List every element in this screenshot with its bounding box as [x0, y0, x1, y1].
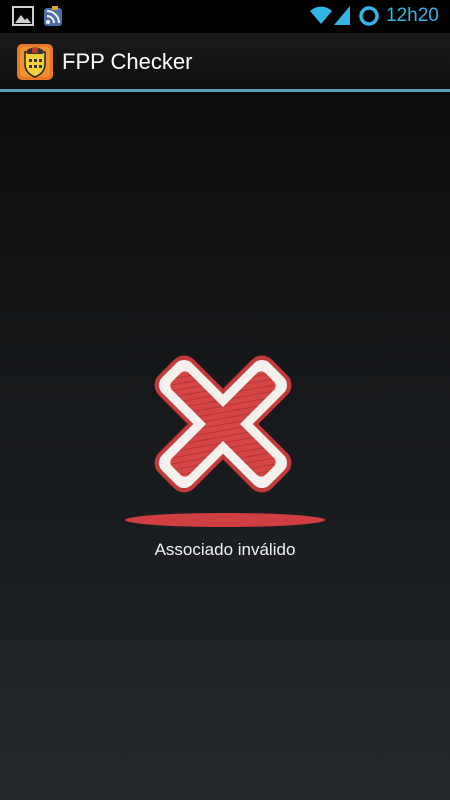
signal-icon	[334, 6, 350, 25]
wifi-icon	[310, 6, 332, 24]
screen: 12h20 FPP Checker Associado inválido	[0, 0, 450, 800]
sync-icon	[359, 6, 379, 26]
gallery-icon	[12, 6, 34, 26]
app-title: FPP Checker	[62, 49, 193, 74]
result-message: Associado inválido	[154, 540, 296, 559]
fpp-logo-icon[interactable]	[17, 44, 53, 80]
main-content: Associado inválido	[0, 92, 450, 800]
action-bar: FPP Checker	[0, 33, 450, 90]
status-clock: 12h20	[386, 5, 439, 26]
invalid-x-icon	[125, 355, 325, 527]
status-bar: 12h20	[0, 0, 450, 33]
rss-icon	[44, 6, 62, 26]
